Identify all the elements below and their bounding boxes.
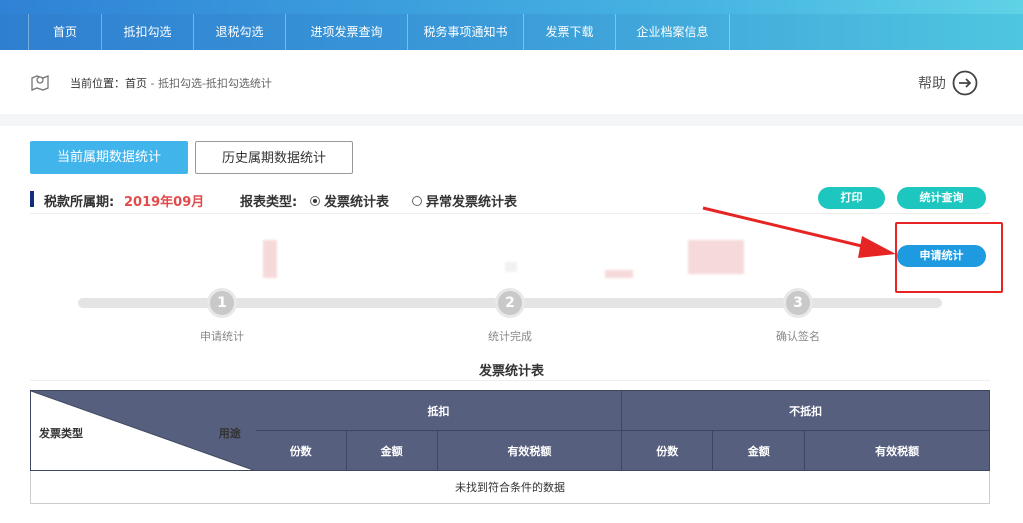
invoice-type-header: 发票类型: [39, 427, 83, 440]
radio-invoice-stat[interactable]: 发票统计表: [310, 191, 389, 210]
deduct-group-header: 抵扣: [254, 390, 623, 431]
help-button[interactable]: 帮助: [918, 70, 978, 96]
radio-invoice-stat-label: 发票统计表: [324, 195, 390, 210]
arrow-right-circle-icon: [952, 70, 978, 96]
nondeduct-tax-header: 有效税额: [804, 430, 990, 471]
invoice-stat-table: 发票类型 用途 抵扣 不抵扣 份数 金额 有效税额 份数 金额 有效税额 未找到…: [30, 390, 990, 504]
breadcrumb-home-link[interactable]: 首页: [125, 77, 147, 90]
stat-query-button[interactable]: 统计查询: [897, 187, 986, 209]
diagonal-header-cell: 发票类型 用途: [30, 390, 256, 471]
step-1-circle: 1: [207, 288, 237, 318]
highlight-box: [895, 222, 1003, 293]
nondeduct-count-header: 份数: [621, 430, 714, 471]
radio-checked-icon: [310, 195, 320, 206]
breadcrumb-prefix: 当前位置：: [70, 77, 125, 90]
report-type-label: 报表类型:: [240, 195, 298, 210]
nav-item-invoice-download[interactable]: 发票下载: [524, 14, 616, 50]
step-2-label: 统计完成: [488, 330, 532, 343]
nav-item-deduct-select[interactable]: 抵扣勾选: [102, 14, 194, 50]
redacted-blur: [505, 262, 517, 272]
period-value: 2019年09月: [124, 195, 205, 210]
table-divider: [30, 380, 990, 381]
usage-header: 用途: [218, 427, 241, 440]
step-1-label: 申请统计: [200, 330, 244, 343]
deduct-tax-header: 有效税额: [436, 430, 623, 471]
deduct-amount-header: 金额: [345, 430, 438, 471]
top-strip: [0, 0, 1023, 14]
tab-current-period[interactable]: 当前属期数据统计: [30, 141, 188, 174]
nav-item-enterprise-profile[interactable]: 企业档案信息: [616, 14, 730, 50]
tab-history-period[interactable]: 历史属期数据统计: [195, 141, 353, 174]
section-marker: [30, 191, 34, 207]
deduct-count-header: 份数: [254, 430, 347, 471]
radio-unchecked-icon: [412, 195, 422, 206]
step-2-circle: 2: [495, 288, 525, 318]
main-nav: 首页 抵扣勾选 退税勾选 进项发票查询 税务事项通知书 发票下载 企业档案信息: [28, 14, 730, 50]
radio-abnormal-stat-label: 异常发票统计表: [426, 195, 518, 210]
section-separator: [0, 114, 1023, 126]
nondeduct-amount-header: 金额: [712, 430, 806, 471]
step-3-circle: 3: [783, 288, 813, 318]
step-3-label: 确认签名: [776, 330, 820, 343]
map-location-icon: [31, 75, 49, 91]
nav-item-refund-select[interactable]: 退税勾选: [194, 14, 286, 50]
nondeduct-group-header: 不抵扣: [621, 390, 990, 431]
redacted-blur: [688, 240, 744, 274]
empty-message: 未找到符合条件的数据: [30, 470, 990, 504]
print-button[interactable]: 打印: [818, 187, 885, 209]
nav-item-home[interactable]: 首页: [28, 14, 102, 50]
breadcrumb-path: - 抵扣勾选-抵扣勾选统计: [147, 77, 272, 90]
nav-item-tax-notice[interactable]: 税务事项通知书: [408, 14, 524, 50]
breadcrumb: 当前位置：首页 - 抵扣勾选-抵扣勾选统计: [70, 75, 272, 91]
help-label: 帮助: [918, 76, 946, 92]
redacted-blur: [605, 270, 633, 278]
table-title: 发票统计表: [478, 364, 544, 379]
nav-item-input-invoice-query[interactable]: 进项发票查询: [286, 14, 408, 50]
redacted-blur: [263, 240, 277, 278]
radio-abnormal-stat[interactable]: 异常发票统计表: [412, 191, 517, 210]
period-label: 税款所属期:: [44, 195, 115, 210]
